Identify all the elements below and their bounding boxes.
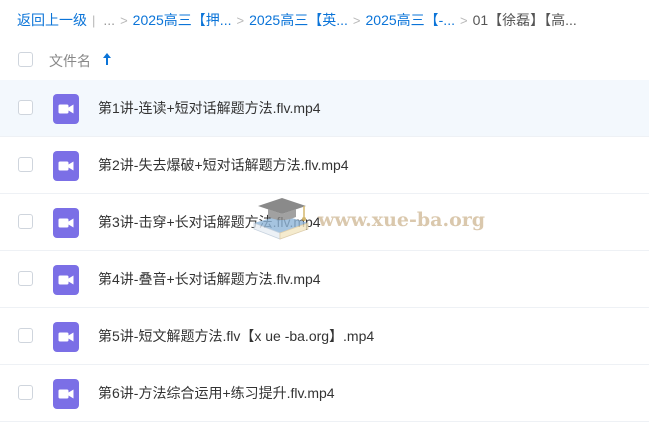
file-name[interactable]: 第1讲-连读+短对话解题方法.flv.mp4 (98, 98, 321, 118)
list-item[interactable]: 第3讲-击穿+长对话解题方法.flv.mp4 (0, 194, 649, 251)
breadcrumb-ellipsis[interactable]: ... (103, 12, 115, 28)
video-file-icon (53, 265, 79, 295)
select-all-checkbox[interactable] (18, 52, 33, 67)
breadcrumb-item[interactable]: 2025高三【-... (366, 10, 455, 30)
chevron-right-icon: > (120, 12, 128, 28)
list-item[interactable]: 第6讲-方法综合运用+练习提升.flv.mp4 (0, 365, 649, 422)
row-checkbox[interactable] (18, 328, 33, 343)
video-file-icon (53, 151, 79, 181)
arrow-up-icon[interactable] (101, 50, 113, 68)
file-name[interactable]: 第3讲-击穿+长对话解题方法.flv.mp4 (98, 212, 321, 232)
row-checkbox[interactable] (18, 214, 33, 229)
breadcrumb-divider: | (92, 12, 96, 28)
list-item[interactable]: 第4讲-叠音+长对话解题方法.flv.mp4 (0, 251, 649, 308)
file-name[interactable]: 第5讲-短文解题方法.flv【x ue -ba.org】.mp4 (98, 326, 374, 346)
video-file-icon (53, 322, 79, 352)
row-checkbox[interactable] (18, 100, 33, 115)
breadcrumb: 返回上一级 | ... > 2025高三【押... > 2025高三【英... … (17, 9, 649, 31)
video-file-icon (53, 208, 79, 238)
breadcrumb-item[interactable]: 2025高三【英... (249, 10, 348, 30)
breadcrumb-current: 01【徐磊】【高... (472, 12, 577, 28)
column-header-filename[interactable]: 文件名 (49, 51, 91, 71)
list-item[interactable]: 第5讲-短文解题方法.flv【x ue -ba.org】.mp4 (0, 308, 649, 365)
list-item[interactable]: 第1讲-连读+短对话解题方法.flv.mp4 (0, 80, 649, 137)
file-list-header: 文件名 (0, 40, 649, 81)
chevron-right-icon: > (352, 12, 361, 28)
row-checkbox[interactable] (18, 385, 33, 400)
chevron-right-icon: > (236, 12, 245, 28)
file-list: 第1讲-连读+短对话解题方法.flv.mp4 第2讲-失去爆破+短对话解题方法.… (0, 80, 649, 422)
file-name[interactable]: 第2讲-失去爆破+短对话解题方法.flv.mp4 (98, 155, 349, 175)
chevron-right-icon: > (459, 12, 468, 28)
row-checkbox[interactable] (18, 271, 33, 286)
back-link[interactable]: 返回上一级 (17, 10, 87, 30)
list-item[interactable]: 第2讲-失去爆破+短对话解题方法.flv.mp4 (0, 137, 649, 194)
file-name[interactable]: 第4讲-叠音+长对话解题方法.flv.mp4 (98, 269, 321, 289)
row-checkbox[interactable] (18, 157, 33, 172)
video-file-icon (53, 94, 79, 124)
video-file-icon (53, 379, 79, 409)
file-name[interactable]: 第6讲-方法综合运用+练习提升.flv.mp4 (98, 383, 335, 403)
breadcrumb-item[interactable]: 2025高三【押... (133, 10, 232, 30)
